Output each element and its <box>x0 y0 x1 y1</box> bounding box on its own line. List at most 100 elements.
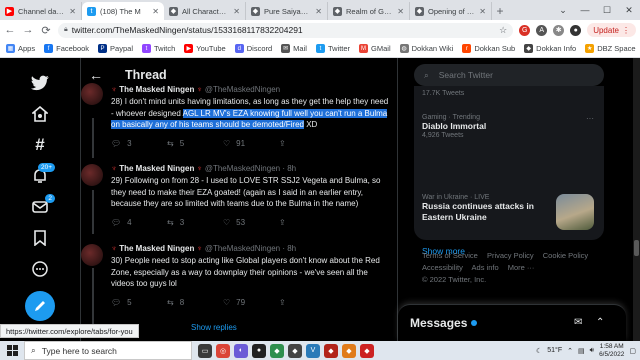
app-icon[interactable]: ◆ <box>288 343 302 358</box>
reply-button[interactable]: 💬︎ 5 <box>111 298 167 307</box>
bookmark-mail[interactable]: ✉ Mail <box>281 44 307 53</box>
explore-hashtag-icon[interactable]: # <box>25 130 55 160</box>
bookmark-dokkan-wiki[interactable]: ◍ Dokkan Wiki <box>399 44 453 53</box>
bookmark-youtube[interactable]: ▶ YouTube <box>184 44 226 53</box>
close-window-icon[interactable]: ✕ <box>618 0 640 20</box>
bookmark-paypal[interactable]: P Paypal <box>98 44 133 53</box>
home-icon[interactable] <box>25 99 55 129</box>
lock-icon[interactable]: 🔒︎ <box>64 26 68 34</box>
reply-button[interactable]: 💬︎ 3 <box>111 139 167 148</box>
footer-link[interactable]: Cookie Policy <box>543 251 588 260</box>
share-button[interactable]: ⇪ <box>279 218 335 227</box>
new-tab-button[interactable]: + <box>492 2 508 20</box>
address-bar[interactable]: 🔒︎ twitter.com/TheMaskedNingen/status/15… <box>58 22 514 38</box>
clock[interactable]: 1:58 AM 6/5/2022 <box>599 343 624 359</box>
obs-icon[interactable]: ● <box>252 343 266 358</box>
like-button[interactable]: ♡ 53 <box>223 218 279 227</box>
bookmark-twitch[interactable]: t Twitch <box>141 44 175 53</box>
share-button[interactable]: ⇪ <box>279 139 335 148</box>
app-icon[interactable]: ◆ <box>342 343 356 358</box>
more-circle-icon[interactable] <box>25 254 55 284</box>
app-icon[interactable]: ◆ <box>360 343 374 358</box>
author-handle[interactable]: @TheMaskedNingen <box>205 164 280 173</box>
app-icon[interactable]: ◆ <box>270 343 284 358</box>
weather-icon[interactable]: ☾ <box>536 347 542 355</box>
notification-center-icon[interactable]: ▢ <box>629 347 636 355</box>
scrollbar-thumb[interactable] <box>634 240 639 256</box>
author-name[interactable]: The Masked Ningen <box>119 164 194 173</box>
author-handle[interactable]: @TheMaskedNingen <box>205 85 280 94</box>
bookmark-dokkan-sub[interactable]: r Dokkan Sub <box>462 44 515 53</box>
taskbar-search-input[interactable]: ⌕ Type here to search <box>24 341 192 360</box>
trend-item[interactable]: War in Ukraine · LIVE Russia continues a… <box>422 194 554 223</box>
messages-envelope-icon[interactable]: 2 <box>25 192 55 222</box>
tweet[interactable]: ♆ The Masked Ningen ♆ @TheMaskedNingen ·… <box>81 164 399 227</box>
footer-link[interactable]: Accessibility <box>422 263 463 272</box>
app-icon[interactable]: ◐ <box>234 343 248 358</box>
browser-tab-opening[interactable]: ◆ Opening of a S ✕ <box>410 2 492 20</box>
avatar[interactable] <box>81 164 103 186</box>
weather-temp[interactable]: 51°F <box>547 347 562 354</box>
twitter-logo-icon[interactable] <box>25 68 55 98</box>
maximize-icon[interactable]: ☐ <box>596 0 618 20</box>
author-handle[interactable]: @TheMaskedNingen <box>205 244 280 253</box>
bookmark-star-icon[interactable]: ☆ <box>499 25 507 36</box>
bookmark-twitter[interactable]: t Twitter <box>315 44 350 53</box>
close-icon[interactable]: ✕ <box>479 7 486 16</box>
more-options-icon[interactable]: ··· <box>586 114 594 123</box>
close-icon[interactable]: ✕ <box>397 7 404 16</box>
tweet[interactable]: ♆ The Masked Ningen ♆ @TheMaskedNingen ·… <box>81 244 399 307</box>
footer-link[interactable]: Privacy Policy <box>487 251 534 260</box>
avatar[interactable] <box>81 83 103 105</box>
author-name[interactable]: The Masked Ningen <box>119 244 194 253</box>
tray-chevron-icon[interactable]: ⌃ <box>567 347 573 355</box>
footer-link[interactable]: Terms of Service <box>422 251 478 260</box>
reply-button[interactable]: 💬︎ 4 <box>111 218 167 227</box>
puzzle-icon[interactable]: ✱ <box>553 24 565 36</box>
tab-search-icon[interactable]: ⌄ <box>552 0 574 20</box>
footer-link[interactable]: More ··· <box>508 263 535 272</box>
reload-icon[interactable]: ⟳ <box>40 24 52 37</box>
chrome-icon[interactable]: ◎ <box>216 343 230 358</box>
app-icon[interactable]: ◆ <box>324 343 338 358</box>
bookmark-dbz-space[interactable]: ★ DBZ Space <box>585 44 636 53</box>
close-icon[interactable]: ✕ <box>69 7 76 16</box>
minimize-icon[interactable]: — <box>574 0 596 20</box>
volume-icon[interactable]: 🔊︎ <box>590 347 594 355</box>
compose-tweet-button[interactable] <box>25 291 55 321</box>
page-scrollbar[interactable] <box>633 58 640 341</box>
like-button[interactable]: ♡ 79 <box>223 298 279 307</box>
close-icon[interactable]: ✕ <box>233 7 240 16</box>
back-arrow-icon[interactable]: ← <box>81 67 111 83</box>
footer-link[interactable]: Ads info <box>472 263 499 272</box>
browser-tab-pure-saiyans[interactable]: ◆ Pure Saiyans | D ✕ <box>246 2 328 20</box>
windows-start-icon[interactable] <box>0 341 24 360</box>
avatar[interactable] <box>81 244 103 266</box>
bookmark-apps[interactable]: ▦ Apps <box>6 44 35 53</box>
show-replies-link[interactable]: Show replies <box>191 323 237 332</box>
browser-tab-all-characters[interactable]: ◆ All Character C ✕ <box>164 2 246 20</box>
bookmark-gmail[interactable]: M GMail <box>359 44 391 53</box>
like-button[interactable]: ♡ 91 <box>223 139 279 148</box>
retweet-button[interactable]: ⇆ 3 <box>167 218 223 227</box>
trend-thumbnail-image[interactable] <box>556 194 594 230</box>
browser-tab-twitter[interactable]: t (108) The M ✕ <box>82 2 164 20</box>
trend-item[interactable]: Gaming · Trending Diablo Immortal 4,926 … <box>422 114 598 139</box>
tweet[interactable]: ♆ The Masked Ningen ♆ @TheMaskedNingen 2… <box>81 83 399 148</box>
new-message-icon[interactable]: ✉ <box>574 317 582 328</box>
retweet-button[interactable]: ⇆ 8 <box>167 298 223 307</box>
bookmarks-icon[interactable] <box>25 223 55 253</box>
author-name[interactable]: The Masked Ningen <box>119 85 194 94</box>
collapse-chevron-icon[interactable]: ⌃ <box>596 317 604 328</box>
update-button[interactable]: Update ⋮ <box>587 23 636 37</box>
extension-icon[interactable]: G <box>519 24 531 36</box>
browser-tab-channel-dashboard[interactable]: ▶ Channel dashb ✕ <box>0 2 82 20</box>
bookmark-facebook[interactable]: f Facebook <box>44 44 89 53</box>
bookmark-discord[interactable]: d Discord <box>234 44 272 53</box>
tweet-time[interactable]: · 8h <box>282 164 296 173</box>
messages-drawer[interactable]: Messages ✉ ⌃ <box>398 304 626 341</box>
search-input[interactable]: ⌕ Search Twitter <box>414 64 604 86</box>
notifications-bell-icon[interactable]: 20+ <box>25 161 55 191</box>
close-icon[interactable]: ✕ <box>315 7 322 16</box>
trend-item[interactable]: 17.7K Tweets <box>422 90 598 97</box>
